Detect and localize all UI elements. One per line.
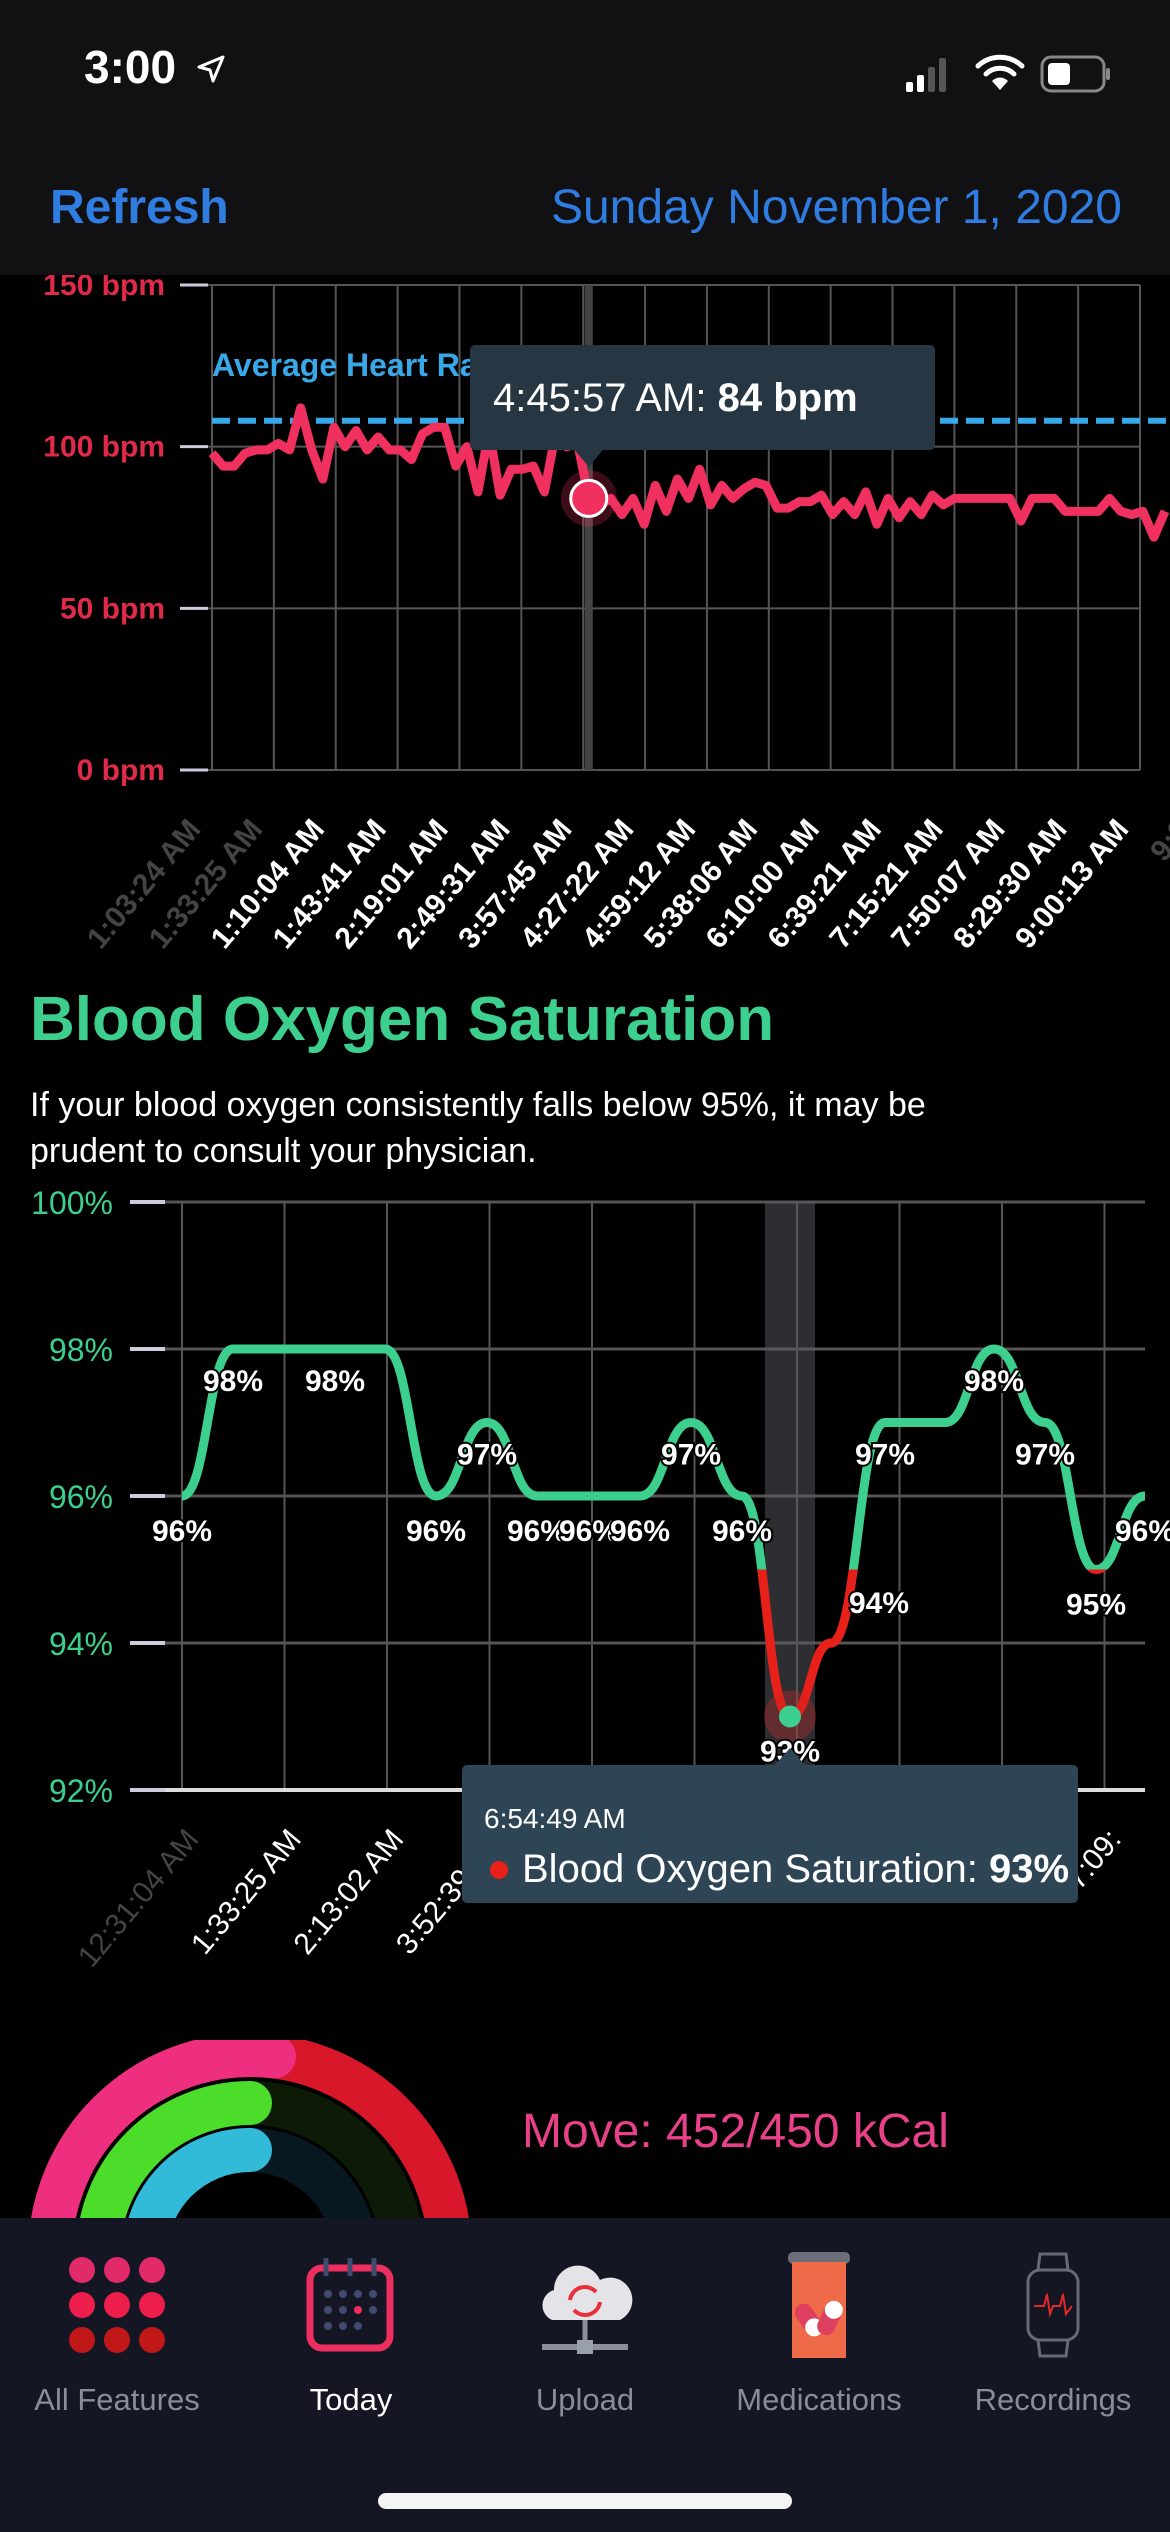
point-label: 96% [1115, 1515, 1170, 1548]
tab-label: All Features [34, 2382, 200, 2417]
ring-progress-stand [128, 2128, 272, 2220]
refresh-button[interactable]: Refresh [50, 180, 229, 235]
point-label: 97% [1015, 1439, 1075, 1472]
tab-label: Recordings [974, 2382, 1132, 2417]
point-label: 94% [849, 1587, 909, 1620]
activity-rings[interactable] [0, 2040, 500, 2220]
move-summary: Move: 452/450 kCal [522, 2105, 949, 2158]
location-arrow-icon [197, 55, 225, 83]
point-label: 98% [203, 1365, 263, 1398]
point-label: 96% [610, 1515, 670, 1548]
tab-label: Medications [736, 2382, 902, 2417]
y-tick-label: 94% [49, 1626, 113, 1662]
watch-ecg-icon [1026, 2252, 1080, 2358]
y-tick-label: 100% [31, 1185, 113, 1221]
point-label: 97% [661, 1439, 721, 1472]
y-tick-label: 50 bpm [60, 592, 165, 625]
tab-medications[interactable]: Medications [702, 2250, 936, 2430]
tooltip-text: Blood Oxygen Saturation: 93% [522, 1847, 1069, 1891]
home-indicator[interactable] [378, 2493, 792, 2509]
point-label: 98% [964, 1365, 1024, 1398]
heart-rate-chart[interactable]: 150 bpm 100 bpm 50 bpm 0 bpm Average Heart R… [0, 275, 1170, 975]
tab-label: Today [309, 2382, 393, 2417]
pill-bottle-icon [788, 2252, 850, 2358]
tooltip-text: 4:45:57 AM: 84 bpm [493, 376, 858, 420]
tab-recordings[interactable]: Recordings [936, 2250, 1170, 2430]
y-tick-label: 96% [49, 1479, 113, 1515]
tab-today[interactable]: Today [234, 2250, 468, 2430]
y-tick-label: 0 bpm [77, 754, 165, 787]
blood-oxygen-description: If your blood oxygen consistently falls … [30, 1086, 926, 1170]
cellular-signal-icon [906, 58, 946, 92]
cloud-upload-icon [542, 2265, 633, 2354]
average-label: Average Heart Rate [212, 347, 506, 383]
x-tick-label: 12:31:04 AM [72, 1823, 206, 1973]
point-label: 98% [305, 1365, 365, 1398]
blood-oxygen-chart[interactable]: 100% 98% 96% 94% 92% 96% 98% 98% 96% 97% 96% 96% 96%… [0, 1180, 1170, 1980]
tab-label: Upload [535, 2382, 635, 2417]
y-tick-label: 100 bpm [43, 431, 165, 464]
tooltip-time: 6:54:49 AM [484, 1803, 626, 1834]
tab-all-features[interactable]: All Features [0, 2250, 234, 2430]
blood-oxygen-title: Blood Oxygen Saturation [30, 985, 775, 1054]
date-selector[interactable]: Sunday November 1, 2020 [551, 180, 1122, 235]
calendar-icon [306, 2258, 394, 2352]
point-label: 97% [457, 1439, 517, 1472]
point-label: 97% [855, 1439, 915, 1472]
point-label: 95% [1066, 1589, 1126, 1622]
point-label: 96% [406, 1515, 466, 1548]
legend-dot [490, 1861, 508, 1879]
highlight-point [779, 1705, 801, 1728]
x-tick-label: 9:3 [1144, 813, 1170, 867]
y-tick-label: 92% [49, 1773, 113, 1809]
point-label: 96% [152, 1515, 212, 1548]
battery-icon [1040, 55, 1110, 93]
y-tick-label: 98% [49, 1332, 113, 1368]
y-tick-label: 150 bpm [43, 275, 165, 302]
wifi-icon [975, 54, 1025, 90]
grid-dots-icon [69, 2257, 165, 2353]
highlight-point [569, 478, 609, 518]
point-label: 96% [712, 1515, 772, 1548]
tab-upload[interactable]: Upload [468, 2250, 702, 2430]
status-time: 3:00 [84, 41, 177, 93]
